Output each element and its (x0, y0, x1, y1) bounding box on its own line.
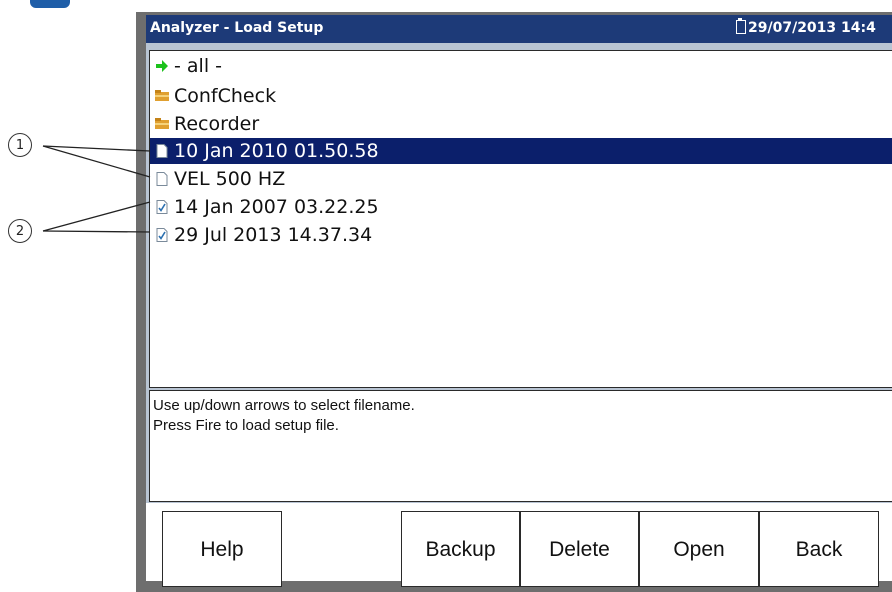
callout-1: 1 (8, 133, 32, 157)
callout-leader-lines (42, 145, 151, 233)
callout-2: 2 (8, 219, 32, 243)
